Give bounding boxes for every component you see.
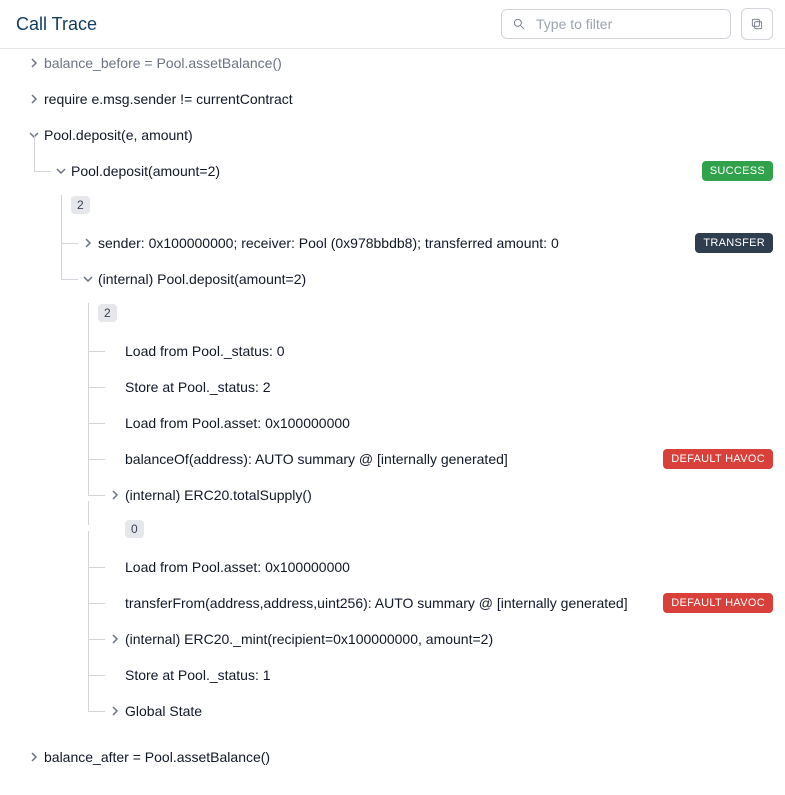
tree-row[interactable]: transferFrom(address,address,uint256): A…	[12, 585, 773, 621]
chevron-right-icon[interactable]	[105, 490, 125, 500]
status-badge-havoc: DEFAULT HAVOC	[663, 593, 773, 613]
filter-box[interactable]	[501, 9, 731, 39]
row-label: Load from Pool.asset: 0x100000000	[125, 413, 773, 433]
row-label: (internal) ERC20._mint(recipient=0x10000…	[125, 629, 773, 649]
row-label: balance_before = Pool.assetBalance()	[44, 53, 773, 73]
count-row: 0	[12, 513, 773, 549]
tree-row[interactable]: Load from Pool.asset: 0x100000000	[12, 405, 773, 441]
count-row: 2	[12, 189, 773, 225]
tree-row[interactable]: balanceOf(address): AUTO summary @ [inte…	[12, 441, 773, 477]
row-label: (internal) ERC20.totalSupply()	[125, 485, 773, 505]
row-label: Load from Pool._status: 0	[125, 341, 773, 361]
row-label: sender: 0x100000000; receiver: Pool (0x9…	[98, 233, 687, 253]
tree-row[interactable]: Pool.deposit(e, amount)	[12, 117, 773, 153]
status-badge-transfer: TRANSFER	[695, 233, 773, 253]
count-row: 2	[12, 297, 773, 333]
row-label: require e.msg.sender != currentContract	[44, 89, 773, 109]
count-badge: 0	[125, 520, 144, 538]
row-label: Store at Pool._status: 1	[125, 665, 773, 685]
count-badge: 2	[98, 304, 117, 322]
tree-row[interactable]: (internal) Pool.deposit(amount=2)	[12, 261, 773, 297]
tree-row[interactable]: Pool.deposit(amount=2) SUCCESS	[12, 153, 773, 189]
row-label: Load from Pool.asset: 0x100000000	[125, 557, 773, 577]
tree-row[interactable]: Load from Pool._status: 0	[12, 333, 773, 369]
filter-input[interactable]	[534, 15, 720, 33]
tree-row[interactable]: Global State	[12, 693, 773, 729]
tree-row[interactable]: (internal) ERC20.totalSupply()	[12, 477, 773, 513]
row-label: Pool.deposit(e, amount)	[44, 125, 773, 145]
search-icon	[512, 17, 526, 31]
row-label: balance_after = Pool.assetBalance()	[44, 747, 773, 767]
tree-row[interactable]: (internal) ERC20._mint(recipient=0x10000…	[12, 621, 773, 657]
chevron-right-icon[interactable]	[24, 94, 44, 104]
call-trace-tree: balance_before = Pool.assetBalance() req…	[0, 49, 785, 795]
tree-row[interactable]: Store at Pool._status: 1	[12, 657, 773, 693]
chevron-down-icon[interactable]	[51, 166, 71, 176]
tree-row[interactable]: sender: 0x100000000; receiver: Pool (0x9…	[12, 225, 773, 261]
chevron-right-icon[interactable]	[105, 634, 125, 644]
tree-row[interactable]: require e.msg.sender != currentContract	[12, 81, 773, 117]
row-label: transferFrom(address,address,uint256): A…	[125, 593, 655, 613]
tree-row[interactable]: Load from Pool.asset: 0x100000000	[12, 549, 773, 585]
copy-button[interactable]	[741, 8, 773, 40]
header-actions	[501, 8, 773, 40]
header: Call Trace	[0, 0, 785, 49]
chevron-right-icon[interactable]	[24, 58, 44, 68]
chevron-right-icon[interactable]	[24, 752, 44, 762]
row-label: (internal) Pool.deposit(amount=2)	[98, 269, 773, 289]
row-label: Store at Pool._status: 2	[125, 377, 773, 397]
page-title: Call Trace	[16, 14, 97, 35]
row-label: balanceOf(address): AUTO summary @ [inte…	[125, 449, 655, 469]
chevron-right-icon[interactable]	[78, 238, 98, 248]
status-badge-havoc: DEFAULT HAVOC	[663, 449, 773, 469]
copy-icon	[750, 17, 764, 31]
tree-row[interactable]: balance_after = Pool.assetBalance()	[12, 739, 773, 775]
chevron-down-icon[interactable]	[78, 274, 98, 284]
chevron-right-icon[interactable]	[105, 706, 125, 716]
row-label: Pool.deposit(amount=2)	[71, 161, 694, 181]
row-label: Global State	[125, 701, 773, 721]
tree-row[interactable]: Store at Pool._status: 2	[12, 369, 773, 405]
status-badge-success: SUCCESS	[702, 161, 773, 181]
tree-row[interactable]: balance_before = Pool.assetBalance()	[12, 45, 773, 81]
count-badge: 2	[71, 196, 90, 214]
